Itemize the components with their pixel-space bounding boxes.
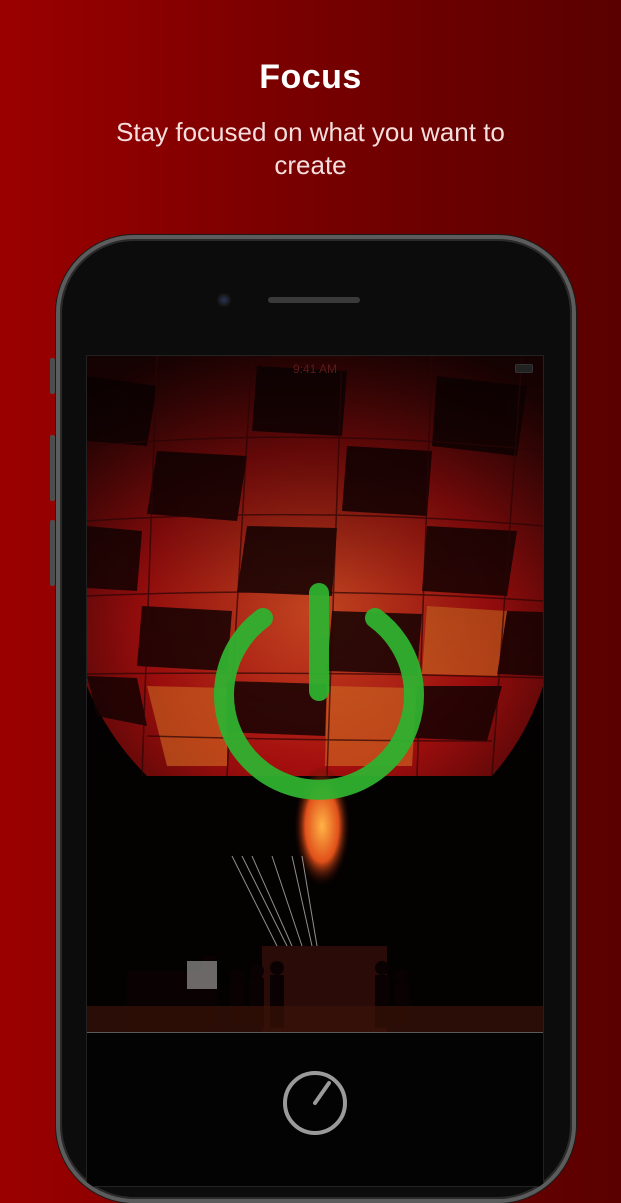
phone-volume-up: [50, 435, 55, 501]
app-screen: 9:41 AM: [86, 355, 544, 1187]
phone-volume-down: [50, 520, 55, 586]
phone-speaker: [268, 297, 360, 303]
page-subtitle: Stay focused on what you want to create: [116, 117, 505, 180]
battery-icon: [515, 364, 533, 373]
power-icon[interactable]: [205, 581, 433, 809]
status-bar-time: 9:41 AM: [292, 362, 338, 376]
phone-mockup: 9:41 AM: [56, 235, 576, 1203]
page-title: Focus: [259, 58, 362, 96]
timer-icon[interactable]: [277, 1061, 353, 1137]
phone-mute-switch: [50, 358, 55, 394]
front-camera: [217, 293, 231, 307]
